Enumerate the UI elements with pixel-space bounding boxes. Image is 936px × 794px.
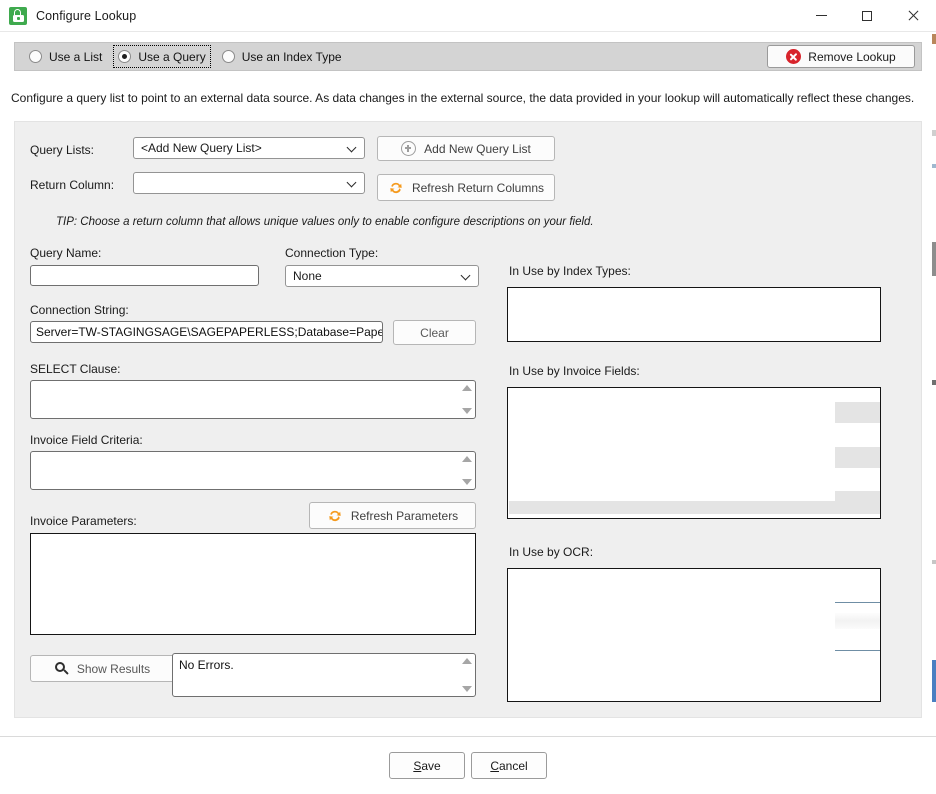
lookup-mode-bar: Use a List Use a Query Use an Index Type… — [14, 42, 922, 71]
remove-lookup-button[interactable]: Remove Lookup — [767, 45, 915, 68]
in-use-by-ocr-listbox[interactable] — [507, 568, 881, 702]
content-panel: Query Lists: <Add New Query List> Add Ne… — [14, 121, 922, 718]
save-rest: ave — [421, 758, 441, 773]
close-icon — [907, 10, 919, 22]
return-column-select[interactable] — [133, 172, 365, 194]
minimize-button[interactable] — [798, 0, 844, 31]
radio-use-an-index-type[interactable]: Use an Index Type — [218, 46, 346, 67]
edge-artifact — [932, 242, 936, 276]
redacted-block — [509, 501, 880, 514]
invoice-field-criteria-textarea[interactable] — [30, 451, 476, 490]
edge-artifact — [932, 660, 936, 702]
refresh-parameters-label: Refresh Parameters — [350, 508, 459, 523]
close-button[interactable] — [890, 0, 936, 31]
maximize-icon — [862, 10, 872, 21]
query-name-label: Query Name: — [30, 246, 102, 260]
select-clause-label: SELECT Clause: — [30, 362, 121, 376]
edge-artifact — [932, 164, 936, 168]
refresh-parameters-button[interactable]: Refresh Parameters — [309, 502, 476, 529]
in-use-by-invoice-fields-listbox[interactable] — [507, 387, 881, 519]
radio-icon-selected — [118, 50, 132, 63]
select-clause-scrollbar[interactable] — [459, 382, 474, 417]
in-use-by-ocr-label: In Use by OCR: — [509, 545, 594, 559]
window-controls — [798, 0, 936, 31]
lock-icon — [9, 6, 27, 25]
errors-scrollbar[interactable] — [459, 655, 474, 695]
edge-artifact — [932, 34, 936, 44]
edge-artifact — [932, 380, 936, 385]
cancel-accel: C — [490, 758, 499, 773]
connection-type-label: Connection Type: — [285, 246, 379, 260]
query-lists-value: <Add New Query List> — [141, 141, 262, 155]
scroll-up-icon[interactable] — [461, 456, 472, 462]
refresh-return-columns-button[interactable]: Refresh Return Columns — [377, 174, 555, 201]
in-use-by-index-types-label: In Use by Index Types: — [509, 264, 631, 278]
radio-icon — [221, 50, 235, 63]
scroll-up-icon[interactable] — [461, 385, 472, 391]
chevron-down-icon — [347, 144, 355, 152]
invoice-field-criteria-label: Invoice Field Criteria: — [30, 433, 143, 447]
clear-label: Clear — [420, 325, 449, 340]
select-clause-textarea[interactable] — [30, 380, 476, 419]
in-use-by-index-types-listbox[interactable] — [507, 287, 881, 342]
ocr-row-highlight — [835, 613, 880, 629]
in-use-by-invoice-fields-label: In Use by Invoice Fields: — [509, 364, 640, 378]
cancel-rest: ancel — [498, 758, 528, 773]
add-new-query-list-label: Add New Query List — [424, 141, 531, 156]
connection-type-select[interactable]: None — [285, 265, 479, 287]
refresh-icon — [388, 180, 404, 196]
edge-artifact — [932, 130, 936, 136]
search-icon — [54, 661, 70, 676]
plus-circle-icon — [401, 141, 417, 156]
chevron-down-icon — [347, 179, 355, 187]
connection-string-label: Connection String: — [30, 303, 129, 317]
scroll-down-icon[interactable] — [461, 408, 472, 414]
show-results-label: Show Results — [76, 661, 151, 676]
radio-use-a-list[interactable]: Use a List — [25, 46, 106, 67]
add-new-query-list-button[interactable]: Add New Query List — [377, 136, 555, 161]
edge-artifact — [932, 560, 936, 564]
query-name-input[interactable] — [30, 265, 259, 286]
clear-button[interactable]: Clear — [393, 320, 476, 345]
tip-text: TIP: Choose a return column that allows … — [56, 216, 594, 228]
connection-string-input[interactable]: Server=TW-STAGINGSAGE\SAGEPAPERLESS;Data… — [30, 321, 383, 343]
connection-type-value: None — [293, 269, 322, 283]
title-bar: Configure Lookup — [0, 0, 936, 32]
remove-lookup-label: Remove Lookup — [808, 49, 896, 64]
description-text: Configure a query list to point to an ex… — [11, 91, 915, 105]
cancel-label: Cancel — [490, 759, 527, 773]
maximize-button[interactable] — [844, 0, 890, 31]
refresh-icon — [327, 508, 343, 524]
redacted-block — [835, 402, 880, 423]
minimize-icon — [815, 15, 827, 16]
invoice-parameters-label: Invoice Parameters: — [30, 514, 137, 528]
return-column-label: Return Column: — [30, 178, 115, 192]
errors-textarea[interactable]: No Errors. — [172, 653, 476, 697]
remove-circle-icon — [786, 49, 802, 64]
connection-string-value: Server=TW-STAGINGSAGE\SAGEPAPERLESS;Data… — [36, 325, 383, 339]
errors-value: No Errors. — [179, 658, 234, 672]
redacted-block — [835, 447, 880, 468]
chevron-down-icon — [461, 272, 469, 280]
scroll-down-icon[interactable] — [461, 686, 472, 692]
invoice-parameters-listbox[interactable] — [30, 533, 476, 635]
query-lists-select[interactable]: <Add New Query List> — [133, 137, 365, 159]
cancel-button[interactable]: Cancel — [471, 752, 547, 779]
scroll-down-icon[interactable] — [461, 479, 472, 485]
dialog-footer: Save Cancel — [0, 736, 936, 794]
invoice-field-criteria-scrollbar[interactable] — [459, 453, 474, 488]
save-button[interactable]: Save — [389, 752, 465, 779]
window-title: Configure Lookup — [36, 8, 137, 23]
ocr-row-separator — [835, 650, 880, 651]
radio-use-a-query[interactable]: Use a Query — [113, 45, 211, 68]
show-results-button[interactable]: Show Results — [30, 655, 175, 682]
ocr-row-separator — [835, 602, 880, 603]
refresh-return-columns-label: Refresh Return Columns — [411, 180, 545, 195]
radio-icon — [29, 50, 42, 63]
scroll-up-icon[interactable] — [461, 658, 472, 664]
query-lists-label: Query Lists: — [30, 143, 95, 157]
save-label: Save — [413, 759, 440, 773]
